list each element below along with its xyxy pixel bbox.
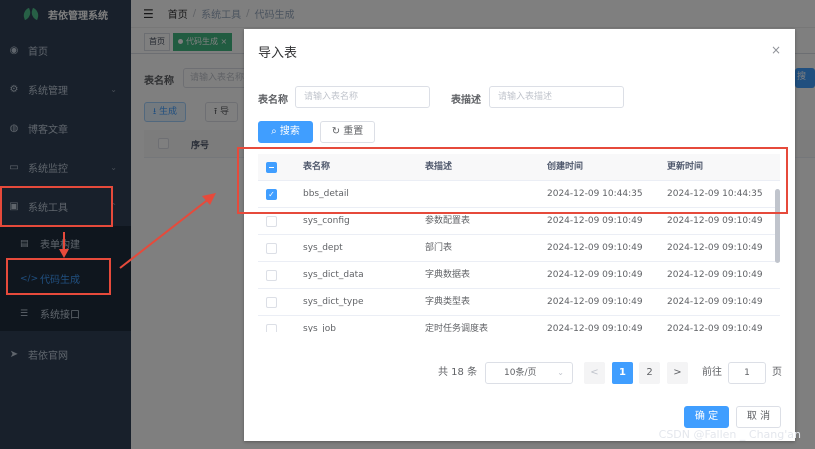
next-page-button[interactable]: >	[667, 362, 688, 384]
refresh-icon: ↻	[331, 126, 341, 137]
page-button-2[interactable]: 2	[639, 362, 660, 384]
table-cell-desc: 定时任务调度表	[425, 324, 489, 332]
table-cell-updated: 2024-12-09 09:10:49	[667, 270, 763, 280]
row-checkbox[interactable]	[266, 216, 277, 227]
table-cell-created: 2024-12-09 09:10:49	[547, 243, 643, 253]
table-cell-updated: 2024-12-09 09:10:49	[667, 297, 763, 307]
table-row[interactable]: sys_dict_data 字典数据表 2024-12-09 09:10:49 202…	[258, 262, 780, 289]
search-button[interactable]: ⌕ 搜索	[258, 121, 313, 143]
prev-page-button[interactable]: <	[584, 362, 605, 384]
table-cell-created: 2024-12-09 09:10:49	[547, 297, 643, 307]
confirm-button[interactable]: 确 定	[684, 406, 729, 428]
table-cell-created: 2024-12-09 09:10:49	[547, 270, 643, 280]
table-desc-input[interactable]: 请输入表描述	[489, 86, 624, 108]
table-row[interactable]: sys_job 定时任务调度表 2024-12-09 09:10:49 2024-12…	[258, 316, 780, 332]
table-cell-updated: 2024-12-09 09:10:49	[667, 324, 763, 332]
table-cell-desc: 部门表	[425, 243, 453, 253]
watermark: CSDN @Fallen _ Chang'an	[658, 428, 801, 441]
table-cell-desc: 字典数据表	[425, 270, 471, 280]
row-checkbox[interactable]	[266, 297, 277, 308]
row-checkbox[interactable]	[266, 243, 277, 254]
table-cell-created: 2024-12-09 09:10:49	[547, 324, 643, 332]
table-row[interactable]: sys_dept 部门表 2024-12-09 09:10:49 2024-12-09…	[258, 235, 780, 262]
table-cell-name: sys_dict_type	[303, 297, 364, 307]
table-desc-label: 表描述	[451, 95, 481, 106]
reset-button[interactable]: ↻ 重置	[320, 121, 375, 143]
table-cell-name: sys_job	[303, 324, 336, 332]
chevron-down-icon: ⌄	[557, 368, 564, 377]
table-cell-name: sys_dept	[303, 243, 343, 253]
row-checkbox[interactable]	[266, 324, 277, 332]
row-checkbox[interactable]	[266, 270, 277, 281]
import-table-dialog: 导入表 × 表名称 请输入表名称 表描述 请输入表描述 ⌕ 搜索 ↻ 重置 表名…	[237, 29, 795, 441]
table-name-label: 表名称	[258, 95, 288, 106]
pagination-total: 共 18 条	[438, 367, 478, 378]
goto-page-input[interactable]: 1	[728, 362, 766, 384]
highlight-box-rows	[237, 147, 788, 214]
table-cell-desc: 字典类型表	[425, 297, 471, 307]
highlight-box-code-gen	[6, 258, 111, 295]
cancel-button[interactable]: 取 消	[736, 406, 781, 428]
highlight-box-tools	[0, 186, 113, 227]
page-unit-label: 页	[772, 367, 782, 378]
page-button-1[interactable]: 1	[612, 362, 633, 384]
table-name-input[interactable]: 请输入表名称	[295, 86, 430, 108]
page-size-select[interactable]: 10条/页 ⌄	[485, 362, 573, 384]
search-icon: ⌕	[271, 126, 277, 137]
goto-label: 前往	[702, 367, 722, 378]
close-icon[interactable]: ×	[771, 43, 781, 57]
table-cell-updated: 2024-12-09 09:10:49	[667, 243, 763, 253]
dialog-title: 导入表	[258, 46, 298, 61]
table-cell-name: sys_dict_data	[303, 270, 364, 280]
table-row[interactable]: sys_dict_type 字典类型表 2024-12-09 09:10:49 202…	[258, 289, 780, 316]
